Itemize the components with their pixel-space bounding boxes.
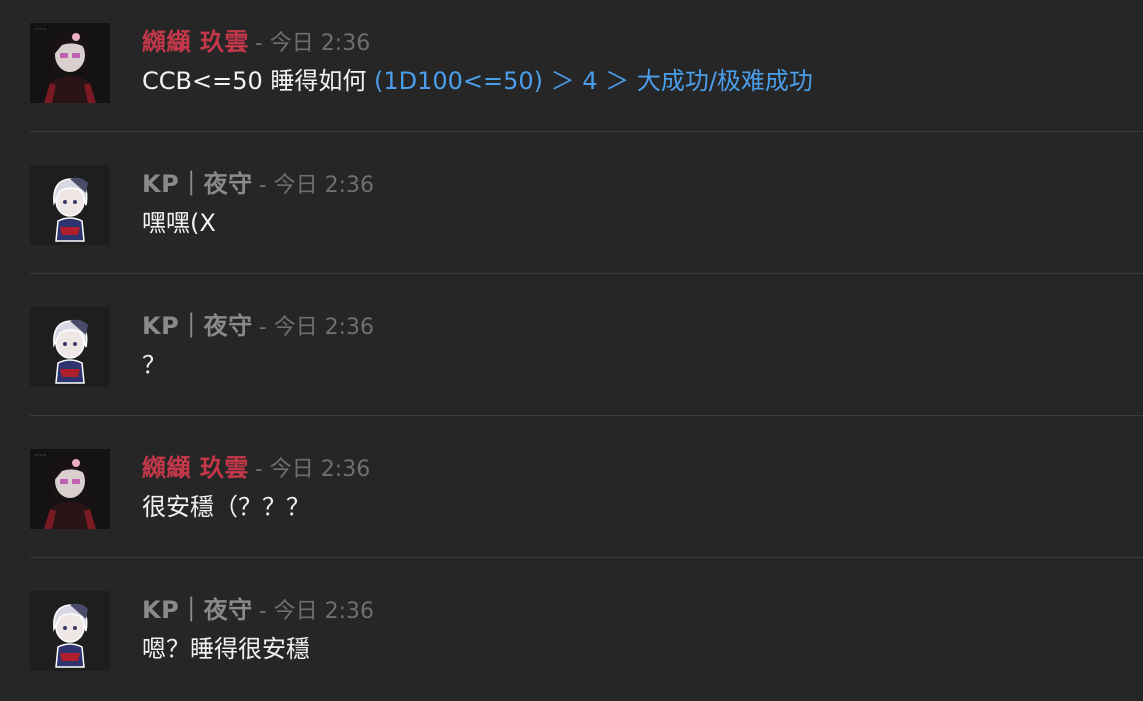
author-name[interactable]: KP｜夜守 — [142, 170, 253, 198]
divider — [30, 415, 1143, 416]
timestamp: - 今日 2:36 — [258, 599, 375, 624]
message-text: CCB<=50 睡得如何 — [142, 67, 374, 95]
message-header: 纐纈 玖雲 - 今日 2:36 — [142, 452, 370, 484]
message-content: ？ — [142, 348, 166, 382]
svg-text:~~~: ~~~ — [34, 27, 47, 33]
white-haired-chibi-avatar-icon — [30, 165, 110, 245]
message-list: ~~~ 纐纈 玖雲 - 今日 2:36 CCB<=50 睡得如何 (1D100<=… — [0, 0, 1143, 680]
timestamp: - 今日 2:36 — [258, 173, 375, 198]
author-name[interactable]: KP｜夜守 — [142, 596, 253, 624]
message-header: KP｜夜守 - 今日 2:36 — [142, 310, 374, 342]
message-item: ~~~ 纐纈 玖雲 - 今日 2:36 CCB<=50 睡得如何 (1D100<=… — [30, 23, 1143, 133]
red-haired-character-avatar-icon: ~~~ — [30, 23, 110, 103]
author-name[interactable]: 纐纈 玖雲 — [142, 454, 249, 482]
message-content: 很安穩（？？？ — [142, 490, 310, 524]
divider — [30, 131, 1143, 132]
timestamp: - 今日 2:36 — [258, 315, 375, 340]
author-name[interactable]: 纐纈 玖雲 — [142, 28, 249, 56]
message-text: 嗯？睡得很安穩 — [142, 635, 310, 663]
white-haired-chibi-avatar-icon — [30, 591, 110, 671]
dice-roll-result: (1D100<=50) ＞ 4 ＞ 大成功/极难成功 — [374, 67, 813, 95]
avatar[interactable] — [30, 165, 110, 245]
message-text: 嘿嘿(X — [142, 209, 216, 237]
avatar[interactable] — [30, 307, 110, 387]
red-haired-character-avatar-icon: ~~~ — [30, 449, 110, 529]
message-item: KP｜夜守 - 今日 2:36 嗯？睡得很安穩 — [30, 591, 1143, 701]
message-header: KP｜夜守 - 今日 2:36 — [142, 168, 374, 200]
avatar[interactable]: ~~~ — [30, 23, 110, 103]
divider — [30, 557, 1143, 558]
message-header: KP｜夜守 - 今日 2:36 — [142, 594, 374, 626]
message-content: CCB<=50 睡得如何 (1D100<=50) ＞ 4 ＞ 大成功/极难成功 — [142, 64, 813, 98]
divider — [30, 273, 1143, 274]
message-text: 很安穩（？？？ — [142, 493, 310, 521]
svg-text:~~~: ~~~ — [34, 453, 47, 459]
message-text: ？ — [142, 351, 166, 379]
timestamp: - 今日 2:36 — [254, 31, 371, 56]
avatar[interactable]: ~~~ — [30, 449, 110, 529]
avatar[interactable] — [30, 591, 110, 671]
timestamp: - 今日 2:36 — [254, 457, 371, 482]
message-item: KP｜夜守 - 今日 2:36 嘿嘿(X — [30, 165, 1143, 275]
author-name[interactable]: KP｜夜守 — [142, 312, 253, 340]
white-haired-chibi-avatar-icon — [30, 307, 110, 387]
message-content: 嗯？睡得很安穩 — [142, 632, 310, 666]
message-content: 嘿嘿(X — [142, 206, 216, 240]
message-header: 纐纈 玖雲 - 今日 2:36 — [142, 26, 370, 58]
message-item: KP｜夜守 - 今日 2:36 ？ — [30, 307, 1143, 417]
message-item: ~~~ 纐纈 玖雲 - 今日 2:36 很安穩（？？？ — [30, 449, 1143, 559]
